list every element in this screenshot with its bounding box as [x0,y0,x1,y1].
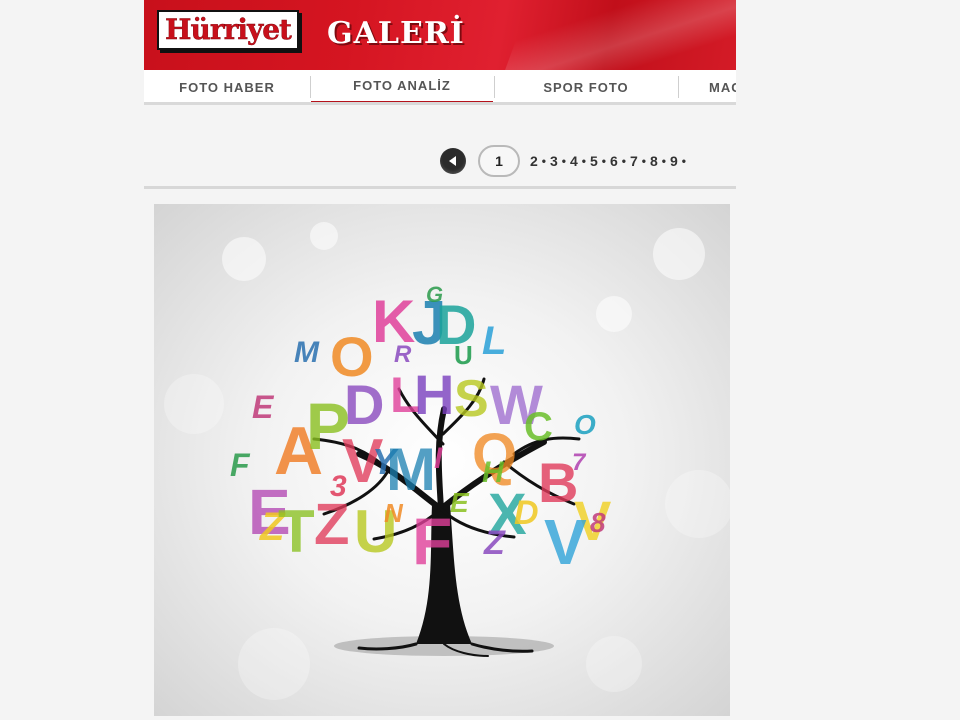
svg-text:7: 7 [572,449,587,476]
section-title: GALERİ [327,16,465,51]
tab-magazin[interactable]: MAG [679,70,736,102]
page-separator: • [661,154,666,168]
content-divider [144,186,736,189]
svg-text:D: D [514,494,539,532]
svg-text:V: V [544,506,587,578]
svg-text:H: H [414,363,454,426]
svg-text:M: M [294,336,320,369]
hurriyet-logo[interactable]: Hürriyet [157,10,299,50]
current-page-number: 1 [495,153,503,169]
page-link-8[interactable]: 8 [650,153,658,169]
svg-text:3: 3 [330,470,347,503]
tab-label: MAG [709,80,736,95]
banner-shine [490,0,736,70]
page-separator: • [621,154,626,168]
gallery-column: Hürriyet GALERİ FOTO HABER FOTO ANALİZ S… [144,0,736,720]
letter-tree-illustration: K J D L M O G R U D L H S W C O E A P V … [164,222,730,700]
gallery-photo[interactable]: K J D L M O G R U D L H S W C O E A P V … [154,204,730,716]
tab-label: SPOR FOTO [543,80,629,95]
page-separator: • [561,154,566,168]
tab-spor-foto[interactable]: SPOR FOTO [495,70,677,102]
page-link-7[interactable]: 7 [630,153,638,169]
svg-text:O: O [574,409,596,440]
tree-letters: K J D L M O G R U D L H S W C O E A P V … [230,282,611,578]
page: Hürriyet GALERİ FOTO HABER FOTO ANALİZ S… [0,0,960,720]
page-separator: • [681,154,686,168]
category-nav: FOTO HABER FOTO ANALİZ SPOR FOTO MAG [144,70,736,105]
svg-text:C: C [524,405,553,449]
current-page-indicator: 1 [478,145,520,177]
svg-text:F: F [412,504,452,578]
svg-text:S: S [454,370,489,428]
header-banner: Hürriyet GALERİ [144,0,736,70]
logo-text: Hürriyet [165,13,292,46]
svg-text:Z: Z [483,524,506,562]
page-separator: • [581,154,586,168]
page-link-5[interactable]: 5 [590,153,598,169]
tab-foto-haber[interactable]: FOTO HABER [144,70,310,102]
svg-text:L: L [482,319,506,363]
page-link-6[interactable]: 6 [610,153,618,169]
pagination: 1 2 • 3 • 4 • 5 • 6 • 7 • 8 • 9 • [440,144,690,178]
svg-text:E: E [252,389,275,425]
svg-text:I: I [434,442,443,475]
triangle-left-icon [449,156,456,166]
page-separator: • [541,154,546,168]
svg-text:U: U [454,340,473,370]
svg-text:M: M [386,436,436,503]
svg-text:E: E [450,487,470,518]
svg-text:N: N [384,498,404,528]
svg-text:R: R [394,341,412,368]
page-separator: • [601,154,606,168]
tab-label: FOTO ANALİZ [353,78,451,93]
page-link-9[interactable]: 9 [670,153,678,169]
tab-foto-analiz[interactable]: FOTO ANALİZ [311,70,493,102]
svg-text:8: 8 [590,507,606,538]
page-link-3[interactable]: 3 [550,153,558,169]
tab-label: FOTO HABER [179,80,275,95]
page-links: 2 • 3 • 4 • 5 • 6 • 7 • 8 • 9 • [530,153,690,169]
page-separator: • [641,154,646,168]
svg-text:T: T [278,498,315,565]
prev-page-button[interactable] [440,148,466,174]
page-link-4[interactable]: 4 [570,153,578,169]
page-link-2[interactable]: 2 [530,153,538,169]
svg-text:G: G [426,282,443,307]
